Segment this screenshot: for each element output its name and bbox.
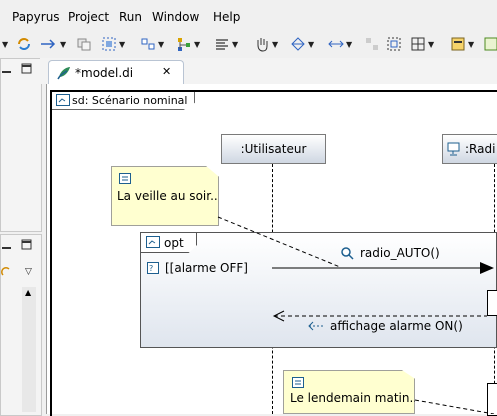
chevron-down-icon: ▼ — [272, 39, 279, 49]
execution-spec[interactable] — [487, 383, 497, 416]
menu-run[interactable]: Run — [119, 10, 142, 24]
chevron-down-icon: ▼ — [346, 39, 353, 49]
copy-format-button[interactable] — [76, 36, 92, 52]
chevron-down-icon: ▼ — [428, 39, 435, 49]
minimize-icon[interactable] — [1, 65, 13, 75]
routing-icon — [291, 37, 305, 51]
chevron-down-icon: ▼ — [308, 39, 315, 49]
editor-tab-bar: *model.di ✕ — [40, 58, 497, 85]
outline-icon — [484, 37, 497, 51]
close-icon[interactable]: ✕ — [162, 65, 171, 78]
resize-horizontal-icon — [328, 40, 344, 48]
lifeline-radio-label: :Radi — [465, 142, 496, 156]
device-icon — [447, 142, 460, 156]
align-icon — [141, 38, 155, 50]
chevron-down-icon: ▼ — [119, 39, 126, 49]
chevron-down-icon: ▼ — [232, 39, 239, 49]
note-lendemain[interactable]: Le lendemain matin... — [283, 370, 415, 414]
snap-icon — [366, 38, 378, 50]
menu-bar: Papyrus Project Run Window Help — [0, 0, 497, 28]
frame-title: sd: Scénario nominal — [72, 94, 188, 107]
view-menu-icon[interactable]: ▽ — [25, 267, 32, 277]
arrow-right-icon — [41, 39, 56, 49]
guard-icon: ? — [147, 262, 159, 274]
interaction-icon — [56, 94, 70, 106]
grid-button[interactable] — [386, 36, 402, 52]
chevron-down-icon: ▼ — [158, 39, 165, 49]
fragment-guard: [[alarme OFF] — [165, 261, 248, 275]
note-veille-text: La veille au soir... — [117, 189, 222, 203]
menu-project[interactable]: Project — [68, 10, 109, 24]
comment-icon — [119, 173, 131, 184]
snap-button[interactable] — [364, 36, 380, 52]
fragment-icon — [146, 236, 160, 248]
toolbar: ▼ ▼ ▼ ▼ ▼ ▼ ▼ ▼ ▼ ▼ ▼ — [0, 28, 497, 59]
text-align-icon — [216, 39, 228, 50]
toolbar-dropdown-button[interactable]: ▼ — [0, 36, 8, 52]
fragment-operator: opt — [164, 236, 184, 250]
note-lendemain-text: Le lendemain matin... — [290, 391, 421, 405]
scroll-up-icon[interactable]: ▲ — [25, 288, 31, 297]
comment-icon — [292, 377, 304, 388]
lifeline-radio-head[interactable]: :Radi — [442, 134, 497, 164]
tab-model-di[interactable]: *model.di ✕ — [48, 60, 184, 85]
model-explorer-panel — [0, 58, 42, 232]
reply-icon — [308, 321, 325, 331]
menu-help[interactable]: Help — [213, 10, 240, 24]
maximize-icon[interactable] — [21, 239, 33, 251]
menu-papyrus[interactable]: Papyrus — [12, 10, 60, 24]
same-width-button[interactable]: ▼ — [328, 36, 352, 52]
lifeline-utilisateur-label: :Utilisateur — [240, 142, 307, 156]
layers-icon — [411, 37, 425, 51]
execution-spec[interactable] — [487, 290, 497, 316]
hand-tool-button[interactable]: ▼ — [254, 36, 278, 52]
copy-format-icon — [77, 38, 91, 51]
sync-icon[interactable] — [1, 266, 11, 278]
scrollbar[interactable]: ▲ — [22, 287, 36, 412]
routing-button[interactable]: ▼ — [290, 36, 314, 52]
note-veille[interactable]: La veille au soir... — [111, 166, 219, 226]
hand-icon — [257, 38, 268, 52]
message-radio-auto-label[interactable]: radio_AUTO() — [360, 246, 440, 260]
message-affichage-label[interactable]: affichage alarme ON() — [330, 319, 463, 333]
text-align-button[interactable]: ▼ — [214, 36, 238, 52]
grid-icon — [387, 37, 401, 51]
arrange-button[interactable]: ▼ — [176, 36, 200, 52]
maximize-icon[interactable] — [21, 63, 33, 75]
chevron-down-icon: ▼ — [194, 39, 201, 49]
minimize-icon[interactable] — [1, 241, 13, 251]
message-icon — [341, 247, 354, 260]
properties-button[interactable]: ▼ — [450, 36, 474, 52]
select-icon — [102, 37, 116, 51]
svg-text:?: ? — [149, 264, 153, 273]
chevron-down-icon: ▼ — [468, 39, 475, 49]
align-button[interactable]: ▼ — [140, 36, 164, 52]
outline-button[interactable] — [484, 36, 497, 52]
chevron-down-icon: ▼ — [60, 39, 67, 49]
layers-button[interactable]: ▼ — [410, 36, 434, 52]
lifeline-utilisateur-head[interactable]: :Utilisateur — [221, 134, 326, 164]
connector-button[interactable]: ▼ — [40, 36, 66, 52]
outline-panel: ▽ ▲ — [0, 234, 42, 416]
chevron-down-icon: ▼ — [2, 39, 9, 49]
properties-icon — [451, 37, 465, 51]
tab-title: *model.di — [75, 66, 134, 80]
select-button[interactable]: ▼ — [101, 36, 125, 52]
tree-icon — [178, 38, 190, 51]
refresh-icon — [18, 38, 30, 50]
papyrus-diagram-icon — [57, 67, 70, 80]
refresh-button[interactable] — [16, 36, 32, 52]
menu-window[interactable]: Window — [152, 10, 199, 24]
